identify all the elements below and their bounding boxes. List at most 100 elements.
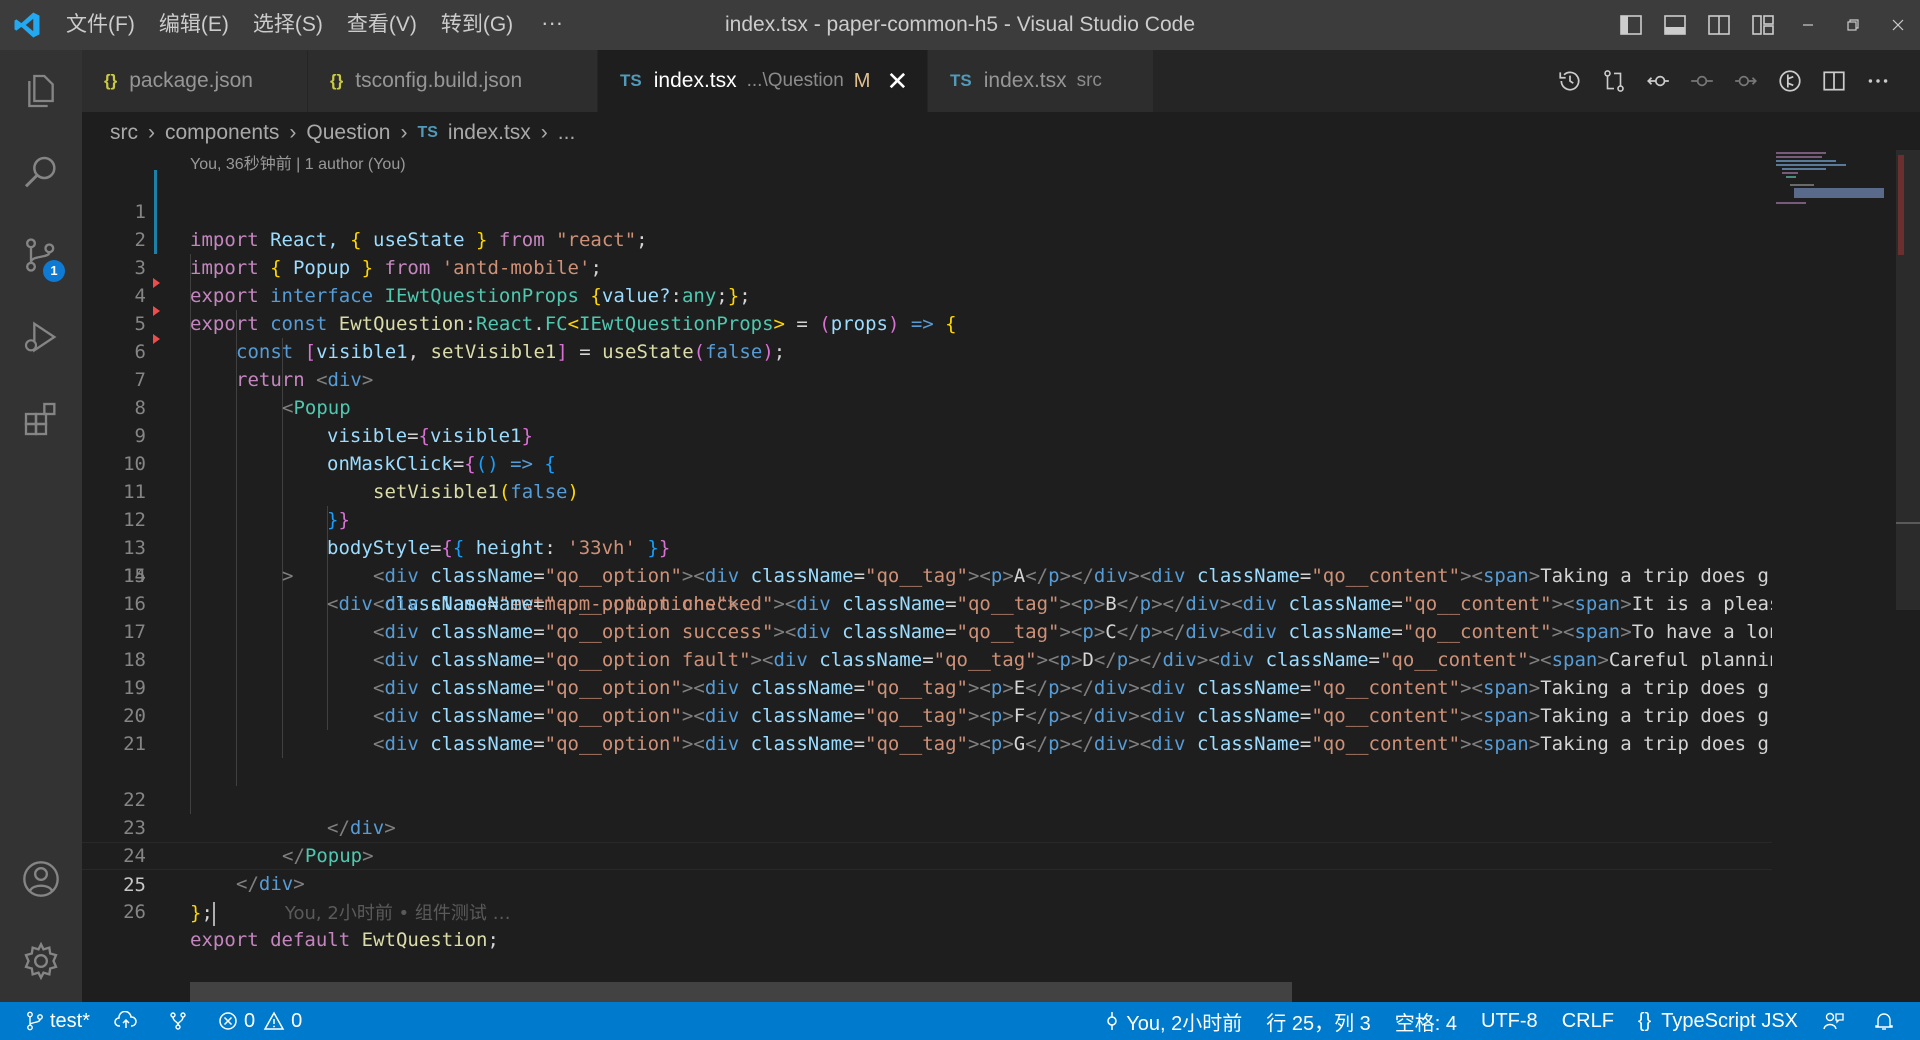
title-bar: 文件(F) 编辑(E) 选择(S) 查看(V) 转到(G) ··· index.…: [0, 0, 1920, 50]
blame-text: You, 2小时前: [1126, 1012, 1243, 1035]
code-line: 3 export interface IEwtQuestionProps {va…: [82, 226, 1772, 307]
editor-actions: [1548, 50, 1900, 112]
chevron-right-icon: ›: [148, 121, 155, 144]
title-actions: [1609, 0, 1920, 50]
toggle-secondary-sidebar-icon[interactable]: [1697, 0, 1741, 50]
encoding-setting[interactable]: UTF-8: [1469, 1002, 1550, 1040]
breadcrumb-item[interactable]: Question: [306, 121, 390, 145]
split-editor-icon[interactable]: [1812, 50, 1856, 112]
breadcrumb: src › components › Question › TS index.t…: [82, 112, 1782, 154]
git-branch-icon: [27, 1011, 43, 1031]
next-change-icon[interactable]: [1724, 50, 1768, 112]
error-icon: [219, 1012, 237, 1030]
chevron-right-icon: ›: [289, 121, 297, 144]
tab-description: ...\Question: [746, 70, 844, 91]
menu-bar: 文件(F) 编辑(E) 选择(S) 查看(V) 转到(G) ···: [54, 0, 579, 50]
language-label: TypeScript JSX: [1661, 1009, 1798, 1032]
chevron-right-icon: ›: [400, 121, 408, 144]
braces-icon: {}: [1637, 1009, 1652, 1032]
code-line: 4 export const EwtQuestion:React.FC<IEwt…: [82, 254, 1772, 335]
close-window-icon[interactable]: [1875, 0, 1920, 50]
git-graph-icon[interactable]: [156, 1002, 206, 1040]
tab-label: package.json: [129, 69, 253, 92]
branch-indicator[interactable]: test*: [0, 1002, 102, 1040]
timeline-history-icon[interactable]: [1548, 50, 1592, 112]
json-file-icon: {}: [330, 71, 344, 90]
line-number: 20: [123, 705, 146, 727]
git-blame-indicator[interactable]: You, 2小时前: [1092, 1002, 1254, 1040]
commit-icon[interactable]: [1680, 50, 1724, 112]
cursor-position[interactable]: 行 25，列 3: [1254, 1002, 1382, 1040]
source-control-icon[interactable]: 1: [0, 214, 82, 296]
breadcrumb-item[interactable]: src: [110, 121, 138, 145]
breadcrumb-symbol[interactable]: ...: [558, 121, 576, 145]
run-debug-icon[interactable]: [0, 296, 82, 378]
accounts-icon[interactable]: [0, 838, 82, 920]
menu-edit[interactable]: 编辑(E): [147, 0, 241, 50]
code-line: 1 import React, { useState } from "react…: [82, 170, 1772, 251]
explorer-icon[interactable]: [0, 50, 82, 132]
code-line-current: 25 }; You, 2小时前 • 组件测试 …: [82, 842, 1772, 926]
typescript-file-icon: TS: [620, 71, 642, 90]
menu-selection[interactable]: 选择(S): [241, 0, 335, 50]
minimize-window-icon[interactable]: [1785, 0, 1830, 50]
code-line: 19 <div className="qo__option"><div class…: [82, 674, 1772, 702]
indentation-setting[interactable]: 空格: 4: [1383, 1002, 1469, 1040]
scrollbar-change-marker: [1898, 155, 1904, 255]
minimap[interactable]: [1774, 150, 1894, 210]
tab-index-tsx-question[interactable]: TS index.tsx ...\Question M ✕: [598, 50, 928, 112]
tab-tsconfig-build-json[interactable]: {} tsconfig.build.json: [308, 50, 598, 112]
chevron-right-icon: ›: [540, 121, 548, 144]
line-number: 15: [123, 565, 146, 587]
git-lens-icon[interactable]: [1768, 50, 1812, 112]
customize-layout-icon[interactable]: [1741, 0, 1785, 50]
code-line: 21 <div className="qo__option"><div class…: [82, 730, 1772, 758]
breadcrumb-item[interactable]: components: [165, 121, 279, 145]
code-line: 12 bodyStyle={{ height: '33vh' }}: [82, 478, 1772, 559]
code-line: 15 <div className="qo__option"><div class…: [82, 562, 1772, 590]
inline-blame: You, 2小时前 • 组件测试 …: [284, 903, 511, 924]
code-line: 23 </Popup>: [82, 786, 1772, 867]
tab-index-tsx-src[interactable]: TS index.tsx src: [928, 50, 1154, 112]
problems-indicator[interactable]: 0 0: [206, 1002, 314, 1040]
toggle-primary-sidebar-icon[interactable]: [1609, 0, 1653, 50]
line-number: 21: [123, 733, 146, 755]
close-tab-icon[interactable]: ✕: [886, 66, 908, 97]
manage-gear-icon[interactable]: [0, 920, 82, 1002]
activity-bar: 1: [0, 50, 82, 1002]
code-line: 13 >: [82, 506, 1772, 587]
code-line: 10 setVisible1(false): [82, 422, 1772, 503]
restore-window-icon[interactable]: [1830, 0, 1875, 50]
more-actions-icon[interactable]: [1856, 50, 1900, 112]
code-line: 5 const [visible1, setVisible1] = useSta…: [82, 282, 1772, 363]
open-changes-icon[interactable]: [1592, 50, 1636, 112]
toggle-panel-icon[interactable]: [1653, 0, 1697, 50]
horizontal-scrollbar[interactable]: [190, 982, 1292, 1002]
typescript-file-icon: TS: [417, 124, 438, 141]
search-icon[interactable]: [0, 132, 82, 214]
code-line: 14 <div className="ewtm-pm-popoptions">: [82, 534, 1772, 615]
code-line: 6 return <div>: [82, 310, 1772, 391]
window-title: index.tsx - paper-common-h5 - Visual Stu…: [724, 13, 1195, 36]
feedback-icon[interactable]: [1810, 1002, 1862, 1040]
code-line: 18 <div className="qo__option fault"><div…: [82, 646, 1772, 674]
menu-file[interactable]: 文件(F): [54, 0, 147, 50]
previous-change-icon[interactable]: [1636, 50, 1680, 112]
menu-more-button[interactable]: ···: [525, 0, 579, 50]
vscode-logo-icon: [0, 0, 54, 50]
breadcrumb-file[interactable]: index.tsx: [448, 121, 531, 145]
menu-go[interactable]: 转到(G): [429, 0, 525, 50]
warning-icon: [263, 1011, 285, 1030]
tab-package-json[interactable]: {} package.json: [82, 50, 308, 112]
language-mode[interactable]: {} TypeScript JSX: [1626, 1002, 1810, 1040]
code-line: 22 </div>: [82, 758, 1772, 839]
tab-label: index.tsx: [983, 69, 1067, 92]
menu-view[interactable]: 查看(V): [335, 0, 429, 50]
notifications-bell-icon[interactable]: [1862, 1002, 1920, 1040]
eol-setting[interactable]: CRLF: [1550, 1002, 1626, 1040]
modified-indicator: M: [853, 69, 871, 92]
extensions-icon[interactable]: [0, 378, 82, 460]
code-line: 16 <div className="qo__option checked"><d…: [82, 590, 1772, 618]
sync-icon[interactable]: [102, 1002, 156, 1040]
code-editor[interactable]: 1 import React, { useState } from "react…: [82, 170, 1772, 985]
